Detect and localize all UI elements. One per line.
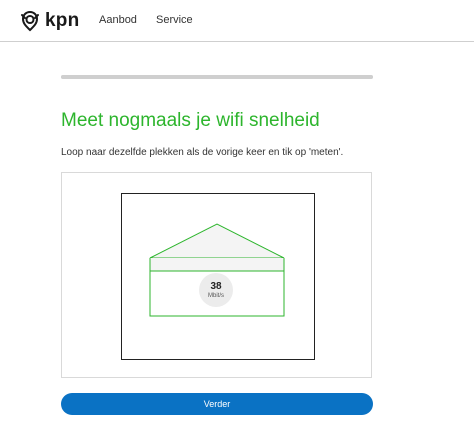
measurement-panel: 38 Mbit/s [61,172,372,378]
next-button[interactable]: Verder [61,393,373,415]
brand-name: kpn [45,10,80,31]
kpn-logo-icon [18,9,42,33]
progress-bar-fill [61,75,373,79]
top-navigation-bar: kpn Aanbod Service [0,0,474,42]
speed-value: 38 [210,280,222,292]
speed-result-badge: 38 Mbit/s [199,273,233,307]
speed-unit: Mbit/s [207,292,224,299]
room-outline: 38 Mbit/s [121,193,315,360]
kpn-logo[interactable]: kpn [18,7,80,35]
progress-bar [61,75,373,79]
nav-item-aanbod[interactable]: Aanbod [99,14,137,26]
page-title: Meet nogmaals je wifi snelheid [61,110,320,131]
page-instructions: Loop naar dezelfde plekken als de vorige… [61,147,344,158]
nav-item-service[interactable]: Service [156,14,193,26]
